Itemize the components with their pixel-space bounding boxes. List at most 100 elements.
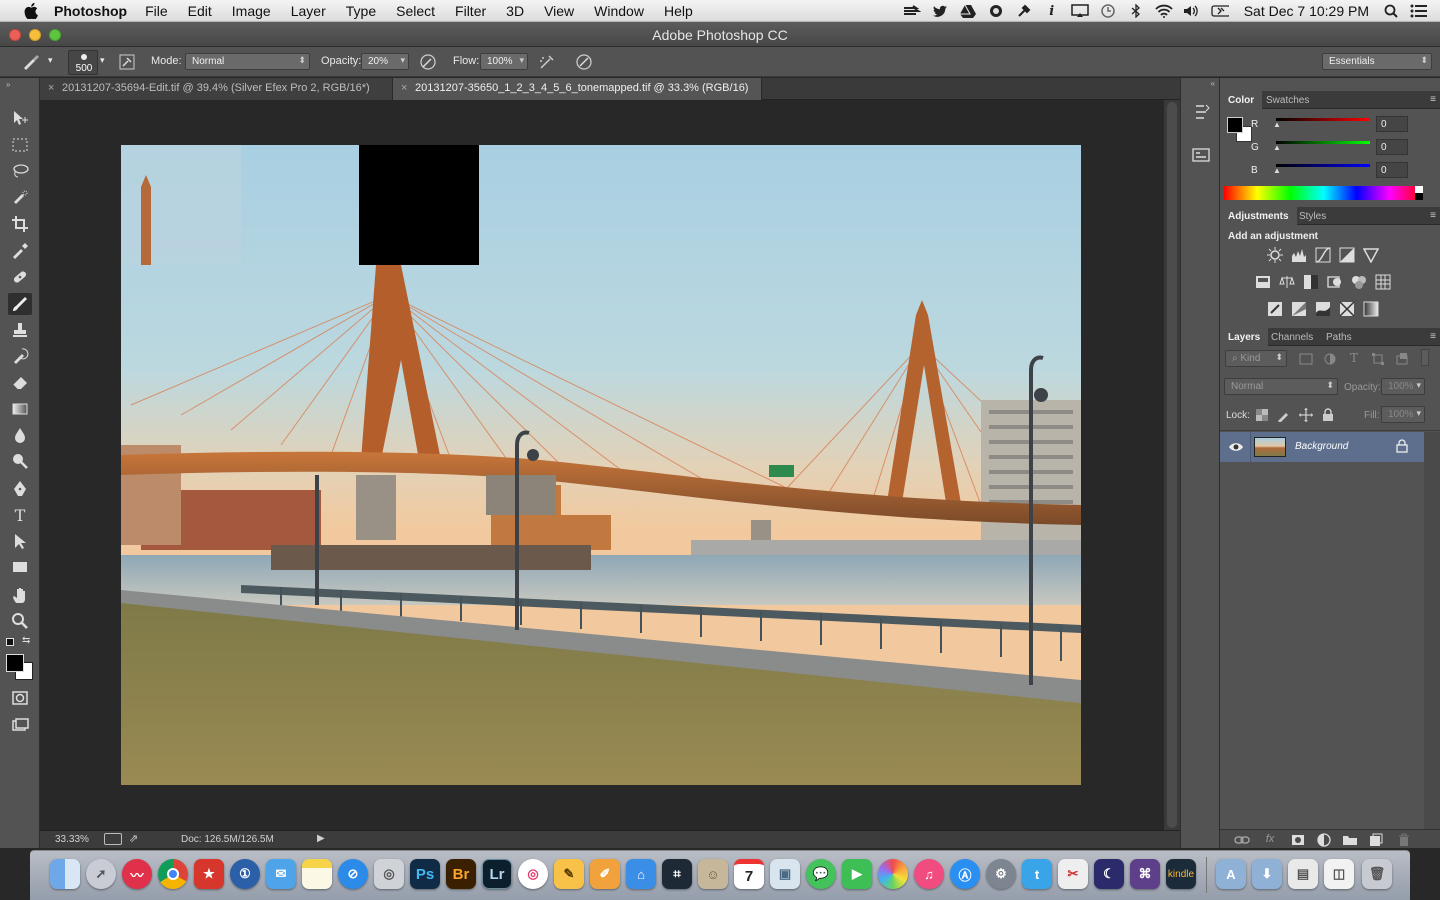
panel-collapse-icon[interactable]: » bbox=[6, 80, 10, 89]
display-icon[interactable] bbox=[1070, 4, 1089, 18]
gradient-tool-icon[interactable] bbox=[8, 398, 32, 420]
invert-icon[interactable] bbox=[1267, 301, 1283, 317]
blur-tool-icon[interactable] bbox=[8, 424, 32, 446]
share-icon[interactable]: ⇗ bbox=[129, 832, 138, 845]
channel-r-input[interactable]: 0 bbox=[1376, 116, 1408, 132]
slider-handle-icon[interactable]: ▲ bbox=[1273, 120, 1281, 129]
color-lookup-icon[interactable] bbox=[1375, 274, 1391, 290]
move-tool-icon[interactable] bbox=[8, 107, 32, 129]
filter-shape-icon[interactable] bbox=[1370, 351, 1386, 367]
messages-icon[interactable]: 💬 bbox=[806, 859, 836, 889]
history-panel-icon[interactable] bbox=[1192, 104, 1210, 122]
selective-color-icon[interactable] bbox=[1339, 301, 1355, 317]
layer-thumbnail[interactable] bbox=[1254, 437, 1286, 457]
layer-filter-kind-dropdown[interactable]: ⌕ Kind ⬍ bbox=[1225, 350, 1287, 367]
brush-tool-icon[interactable] bbox=[8, 293, 32, 315]
keynote-app-icon[interactable]: ⌂ bbox=[626, 859, 656, 889]
drive-icon[interactable] bbox=[959, 4, 977, 18]
bookmarks-app-icon[interactable]: ★ bbox=[194, 859, 224, 889]
eyedropper-tool-icon[interactable] bbox=[8, 239, 32, 261]
finder-icon[interactable] bbox=[50, 859, 80, 889]
layer-opacity-field[interactable]: 100% ▾ bbox=[1381, 378, 1425, 395]
color-balance-icon[interactable] bbox=[1279, 274, 1295, 290]
downloads-folder-icon[interactable]: ⬇ bbox=[1252, 859, 1282, 889]
camera-icon[interactable] bbox=[987, 4, 1005, 18]
levels-icon[interactable] bbox=[1291, 247, 1307, 263]
brightness-contrast-icon[interactable] bbox=[1267, 247, 1283, 263]
filter-smart-object-icon[interactable] bbox=[1394, 351, 1410, 367]
exposure-icon[interactable] bbox=[1339, 247, 1355, 263]
app-store-icon[interactable]: Ⓐ bbox=[950, 859, 980, 889]
twitter-dock-icon[interactable]: t bbox=[1022, 859, 1052, 889]
channel-mixer-icon[interactable] bbox=[1351, 274, 1367, 290]
wifi-icon[interactable] bbox=[1155, 4, 1173, 18]
tab-color[interactable]: Color bbox=[1220, 91, 1263, 109]
menu-filter[interactable]: Filter bbox=[455, 3, 486, 19]
documents-stack-icon[interactable]: ▤ bbox=[1288, 859, 1318, 889]
document-image[interactable] bbox=[121, 145, 1081, 785]
1password-icon[interactable]: ① bbox=[230, 859, 260, 889]
tab-styles[interactable]: Styles bbox=[1291, 207, 1334, 225]
twitter-icon[interactable] bbox=[931, 4, 949, 18]
brush-size-picker[interactable]: 500 bbox=[68, 50, 98, 75]
rectangle-tool-icon[interactable] bbox=[8, 556, 32, 578]
link-layers-icon[interactable] bbox=[1234, 832, 1250, 848]
airbrush-icon[interactable] bbox=[538, 53, 556, 71]
channel-b-input[interactable]: 0 bbox=[1376, 162, 1408, 178]
lasso-tool-icon[interactable] bbox=[8, 160, 32, 182]
night-app-icon[interactable]: ☾ bbox=[1094, 859, 1124, 889]
chrome-icon[interactable] bbox=[158, 859, 188, 889]
document-tab-active[interactable]: × 20131207-35650_1_2_3_4_5_6_tonemapped.… bbox=[392, 78, 762, 100]
menu-window[interactable]: Window bbox=[594, 3, 644, 19]
posterize-icon[interactable] bbox=[1291, 301, 1307, 317]
bluetooth-icon[interactable] bbox=[1127, 4, 1145, 18]
itunes-circle-icon[interactable]: ◎ bbox=[518, 859, 548, 889]
channel-g-slider[interactable] bbox=[1276, 141, 1370, 144]
slider-handle-icon[interactable]: ▲ bbox=[1273, 166, 1281, 175]
tab-paths[interactable]: Paths bbox=[1318, 328, 1360, 346]
workspace-switcher[interactable]: Essentials ⬍ bbox=[1322, 53, 1432, 70]
threshold-icon[interactable] bbox=[1315, 301, 1331, 317]
channel-b-slider[interactable] bbox=[1276, 164, 1370, 167]
pages-app-icon[interactable]: ✐ bbox=[590, 859, 620, 889]
trash-icon[interactable]: 🗑 bbox=[1362, 859, 1392, 889]
marquee-tool-icon[interactable] bbox=[8, 134, 32, 156]
zoom-level[interactable]: 33.33% bbox=[55, 834, 89, 845]
eraser-tool-icon[interactable] bbox=[8, 371, 32, 393]
panel-menu-icon[interactable]: ≡ bbox=[1430, 94, 1436, 105]
visibility-eye-icon[interactable] bbox=[1228, 440, 1244, 454]
path-select-tool-icon[interactable] bbox=[8, 530, 32, 552]
menu-image[interactable]: Image bbox=[232, 3, 271, 19]
swap-colors-icon[interactable]: ⇆ bbox=[22, 635, 30, 646]
scrollbar-thumb[interactable] bbox=[1167, 102, 1177, 828]
menu-help[interactable]: Help bbox=[664, 3, 693, 19]
status-menu-arrow-icon[interactable]: ▶ bbox=[317, 833, 325, 844]
color-spectrum-bar[interactable] bbox=[1224, 186, 1423, 200]
new-layer-icon[interactable] bbox=[1368, 832, 1384, 848]
screenshot-stack-icon[interactable]: ◫ bbox=[1324, 859, 1354, 889]
black-white-icon[interactable] bbox=[1303, 274, 1319, 290]
tool-icon[interactable] bbox=[1015, 4, 1033, 18]
channel-g-input[interactable]: 0 bbox=[1376, 139, 1408, 155]
editor-app-icon[interactable]: ✂ bbox=[1058, 859, 1088, 889]
close-tab-icon[interactable]: × bbox=[401, 82, 407, 94]
menu-select[interactable]: Select bbox=[396, 3, 435, 19]
panel-menu-icon[interactable]: ≡ bbox=[1430, 210, 1436, 221]
close-tab-icon[interactable]: × bbox=[48, 82, 54, 94]
tab-adjustments[interactable]: Adjustments bbox=[1220, 207, 1297, 225]
add-mask-icon[interactable] bbox=[1290, 832, 1306, 848]
filter-pixel-icon[interactable] bbox=[1298, 351, 1314, 367]
lightroom-dock-icon[interactable]: Lr bbox=[482, 859, 512, 889]
photos-icon[interactable] bbox=[878, 859, 908, 889]
lock-transparent-icon[interactable] bbox=[1254, 407, 1270, 423]
layer-name[interactable]: Background bbox=[1295, 441, 1348, 452]
time-machine-icon[interactable] bbox=[1099, 4, 1117, 18]
zoom-tool-icon[interactable] bbox=[8, 610, 32, 632]
lock-all-icon[interactable] bbox=[1320, 407, 1336, 423]
safari-icon[interactable]: ⊘ bbox=[338, 859, 368, 889]
menu-edit[interactable]: Edit bbox=[188, 3, 212, 19]
foreground-color-swatch[interactable] bbox=[6, 654, 24, 672]
new-adjustment-layer-icon[interactable] bbox=[1316, 832, 1332, 848]
bridge-dock-icon[interactable]: Br bbox=[446, 859, 476, 889]
notes-icon[interactable] bbox=[302, 859, 332, 889]
